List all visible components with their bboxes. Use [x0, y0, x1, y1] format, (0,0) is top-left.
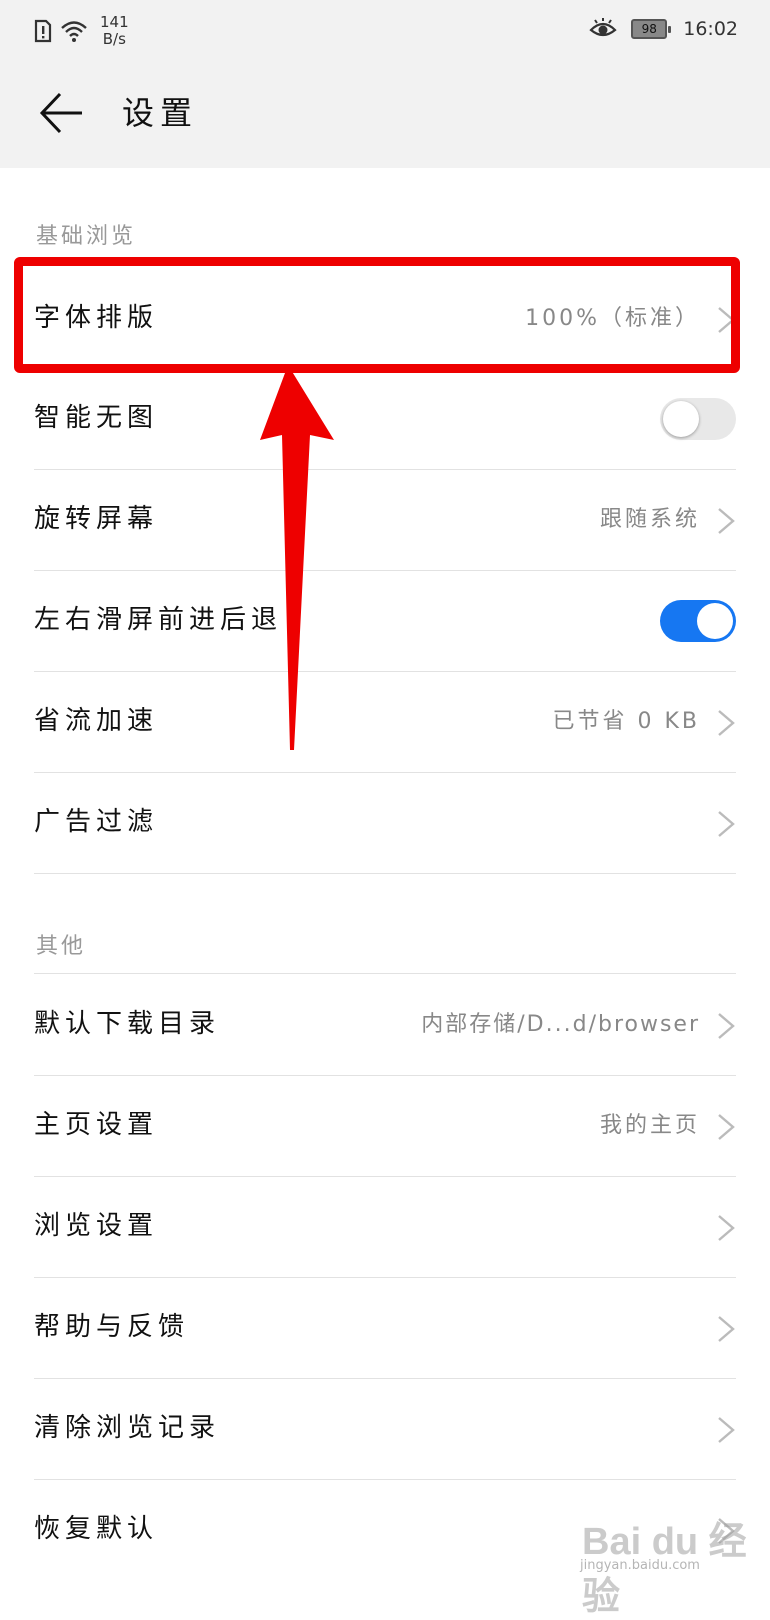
swipe-navigation-toggle[interactable]	[660, 600, 736, 642]
setting-help-feedback[interactable]: 帮助与反馈	[34, 1277, 736, 1379]
row-label: 清除浏览记录	[34, 1413, 221, 1443]
section-header-other: 其他	[36, 934, 87, 959]
status-bar: 141 B/s 98 16:02	[0, 0, 770, 60]
chevron-right-icon	[718, 811, 735, 837]
chevron-right-icon	[718, 508, 735, 534]
setting-data-saver[interactable]: 省流加速 已节省 0 KB	[34, 671, 736, 773]
setting-smart-no-image[interactable]: 智能无图	[34, 368, 736, 470]
eye-comfort-icon	[589, 18, 617, 37]
back-arrow-icon[interactable]	[38, 88, 88, 138]
row-label: 旋转屏幕	[34, 504, 159, 534]
setting-font-layout[interactable]: 字体排版 100%（标准）	[34, 268, 736, 370]
setting-ad-filter[interactable]: 广告过滤	[34, 772, 736, 874]
page-title: 设置	[122, 94, 199, 132]
chevron-right-icon	[718, 1013, 735, 1039]
status-right: 98 16:02	[589, 18, 738, 40]
sim-alert-icon	[34, 19, 52, 43]
setting-swipe-navigation[interactable]: 左右滑屏前进后退	[34, 570, 736, 672]
setting-rotate-screen[interactable]: 旋转屏幕 跟随系统	[34, 469, 736, 571]
row-value: 已节省 0 KB	[552, 709, 700, 734]
chevron-right-icon	[718, 1215, 735, 1241]
row-label: 省流加速	[34, 706, 159, 736]
row-label: 恢复默认	[34, 1514, 159, 1544]
net-speed: 141 B/s	[100, 14, 129, 48]
row-label: 字体排版	[34, 303, 159, 333]
chevron-right-icon	[718, 1114, 735, 1140]
chevron-right-icon	[718, 1417, 735, 1443]
row-value: 跟随系统	[599, 507, 700, 532]
net-speed-value: 141	[100, 13, 129, 31]
row-label: 智能无图	[34, 403, 159, 433]
smart-no-image-toggle[interactable]	[660, 398, 736, 440]
setting-clear-history[interactable]: 清除浏览记录	[34, 1378, 736, 1480]
app-header: 设置	[0, 60, 770, 168]
setting-homepage[interactable]: 主页设置 我的主页	[34, 1075, 736, 1177]
section-header-basic: 基础浏览	[36, 224, 137, 249]
row-label: 广告过滤	[34, 807, 159, 837]
chevron-right-icon	[718, 710, 735, 736]
row-value: 内部存储/D...d/browser	[421, 1012, 700, 1037]
clock: 16:02	[683, 18, 738, 40]
chevron-right-icon	[718, 1316, 735, 1342]
watermark-url: jingyan.baidu.com	[580, 1558, 700, 1573]
row-label: 帮助与反馈	[34, 1312, 190, 1342]
row-label: 浏览设置	[34, 1211, 159, 1241]
setting-browse[interactable]: 浏览设置	[34, 1176, 736, 1278]
chevron-right-icon	[718, 307, 735, 333]
row-label: 默认下载目录	[34, 1009, 221, 1039]
setting-download-dir[interactable]: 默认下载目录 内部存储/D...d/browser	[34, 974, 736, 1076]
wifi-icon	[61, 21, 87, 42]
status-left: 141 B/s	[34, 14, 129, 48]
row-label: 主页设置	[34, 1110, 159, 1140]
row-label: 左右滑屏前进后退	[34, 605, 283, 635]
row-value: 我的主页	[599, 1113, 700, 1138]
watermark: Bai du 经验 jingyan.baidu.com	[560, 1500, 750, 1618]
battery-level: 98	[641, 22, 657, 36]
row-value: 100%（标准）	[525, 306, 700, 331]
net-speed-unit: B/s	[102, 30, 126, 48]
battery-icon: 98	[631, 19, 672, 39]
